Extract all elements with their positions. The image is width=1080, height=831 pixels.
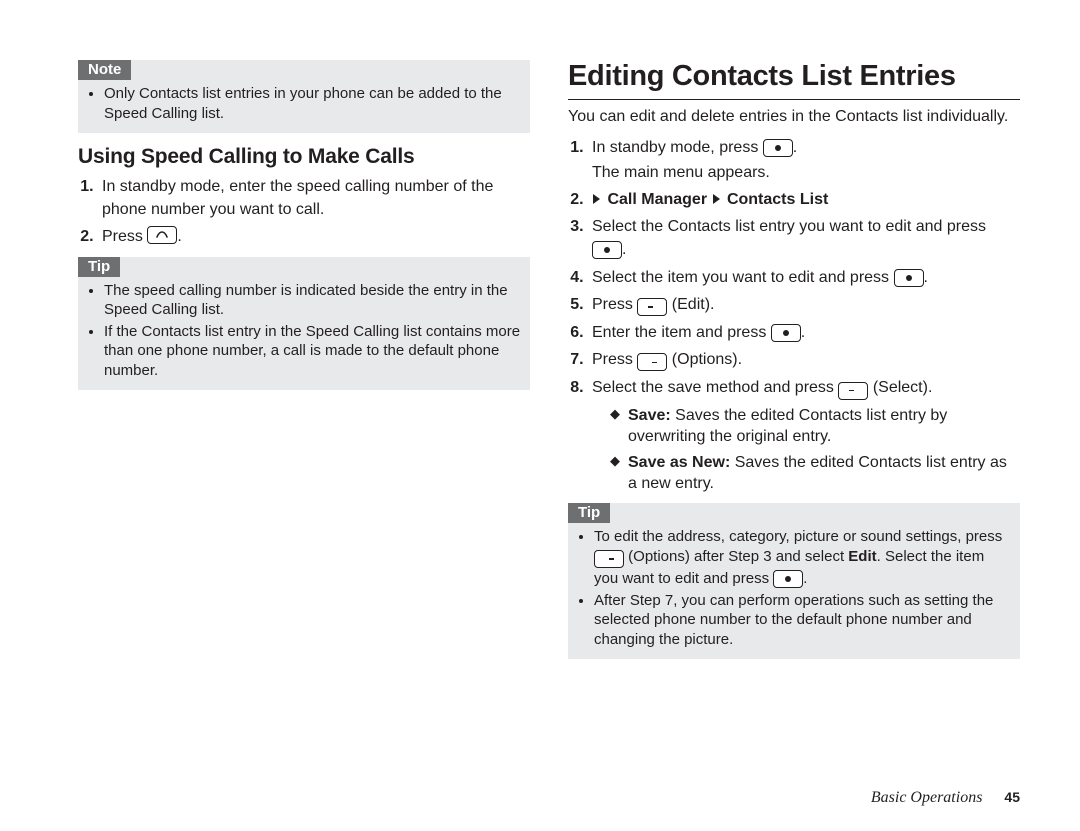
right-tip-callout: Tip To edit the address, category, pictu…	[568, 503, 1020, 659]
triangle-icon	[713, 194, 720, 204]
note-item: Only Contacts list entries in your phone…	[104, 84, 522, 123]
right-step-4: Select the item you want to edit and pre…	[588, 266, 1020, 289]
section-name: Basic Operations	[871, 789, 983, 806]
right-step-6-text: Enter the item and press	[592, 324, 771, 341]
center-key-icon	[771, 324, 801, 342]
right-step-5: Press (Edit).	[588, 293, 1020, 317]
left-subhead: Using Speed Calling to Make Calls	[78, 145, 530, 169]
right-softkey-icon	[594, 550, 624, 568]
left-step-1: In standby mode, enter the speed calling…	[98, 175, 530, 221]
right-steps: In standby mode, press . The main menu a…	[568, 136, 1020, 495]
center-key-icon	[894, 269, 924, 287]
right-step-1b: The main menu appears.	[592, 161, 1020, 184]
right-step-7a: Press	[592, 351, 637, 368]
right-heading: Editing Contacts List Entries	[568, 60, 1020, 93]
center-key-icon	[763, 139, 793, 157]
nav-contacts-list: Contacts List	[727, 191, 828, 208]
left-step-2: Press .	[98, 225, 530, 248]
right-step-8a: Select the save method and press	[592, 379, 838, 396]
center-key-icon	[773, 570, 803, 588]
right-step-7: Press (Options).	[588, 348, 1020, 372]
tip1-edit: Edit	[848, 548, 876, 565]
left-softkey-icon	[637, 298, 667, 316]
right-step-4-text: Select the item you want to edit and pre…	[592, 269, 894, 286]
right-step-5b: (Edit).	[672, 296, 715, 313]
left-tip-label: Tip	[78, 257, 120, 277]
right-tip-item-1: To edit the address, category, picture o…	[594, 527, 1012, 589]
right-step-3-text: Select the Contacts list entry you want …	[592, 218, 986, 235]
right-step-5a: Press	[592, 296, 637, 313]
nav-call-manager: Call Manager	[607, 191, 707, 208]
note-body: Only Contacts list entries in your phone…	[78, 80, 530, 133]
right-column: Editing Contacts List Entries You can ed…	[568, 60, 1020, 791]
save-text: Saves the edited Contacts list entry by …	[628, 407, 947, 446]
save-as-new-option: Save as New: Saves the edited Contacts l…	[610, 452, 1020, 495]
page-number: 45	[1004, 789, 1020, 805]
save-label: Save:	[628, 407, 671, 424]
triangle-icon	[593, 194, 600, 204]
right-tip-body: To edit the address, category, picture o…	[568, 523, 1020, 659]
note-callout: Note Only Contacts list entries in your …	[78, 60, 530, 133]
right-step-7b: (Options).	[672, 351, 742, 368]
right-step-6: Enter the item and press .	[588, 321, 1020, 344]
right-step-2: Call Manager Contacts List	[588, 188, 1020, 211]
call-key-icon	[147, 226, 177, 244]
manual-page: Note Only Contacts list entries in your …	[0, 0, 1080, 831]
note-label: Note	[78, 60, 131, 80]
left-column: Note Only Contacts list entries in your …	[78, 60, 530, 791]
heading-rule	[568, 99, 1020, 100]
left-softkey-icon	[838, 382, 868, 400]
center-key-icon	[592, 241, 622, 259]
left-tip-body: The speed calling number is indicated be…	[78, 277, 530, 391]
tip1a: To edit the address, category, picture o…	[594, 528, 1002, 545]
tip1b: (Options) after Step 3 and select	[628, 548, 848, 565]
left-steps: In standby mode, enter the speed calling…	[78, 175, 530, 249]
save-options-list: Save: Saves the edited Contacts list ent…	[610, 405, 1020, 495]
left-tip-item-1: The speed calling number is indicated be…	[104, 281, 522, 320]
right-softkey-icon	[637, 353, 667, 371]
left-tip-item-2: If the Contacts list entry in the Speed …	[104, 322, 522, 381]
right-step-8b: (Select).	[873, 379, 933, 396]
right-step-8: Select the save method and press (Select…	[588, 376, 1020, 495]
page-footer: Basic Operations 45	[871, 789, 1020, 807]
right-tip-label: Tip	[568, 503, 610, 523]
right-step-1-text: In standby mode, press	[592, 139, 763, 156]
right-intro: You can edit and delete entries in the C…	[568, 106, 1020, 128]
savenew-label: Save as New:	[628, 454, 730, 471]
left-tip-callout: Tip The speed calling number is indicate…	[78, 257, 530, 391]
right-step-1: In standby mode, press . The main menu a…	[588, 136, 1020, 184]
left-step-2-text: Press	[102, 228, 147, 245]
right-tip-item-2: After Step 7, you can perform operations…	[594, 591, 1012, 650]
save-option: Save: Saves the edited Contacts list ent…	[610, 405, 1020, 448]
right-step-3: Select the Contacts list entry you want …	[588, 215, 1020, 261]
